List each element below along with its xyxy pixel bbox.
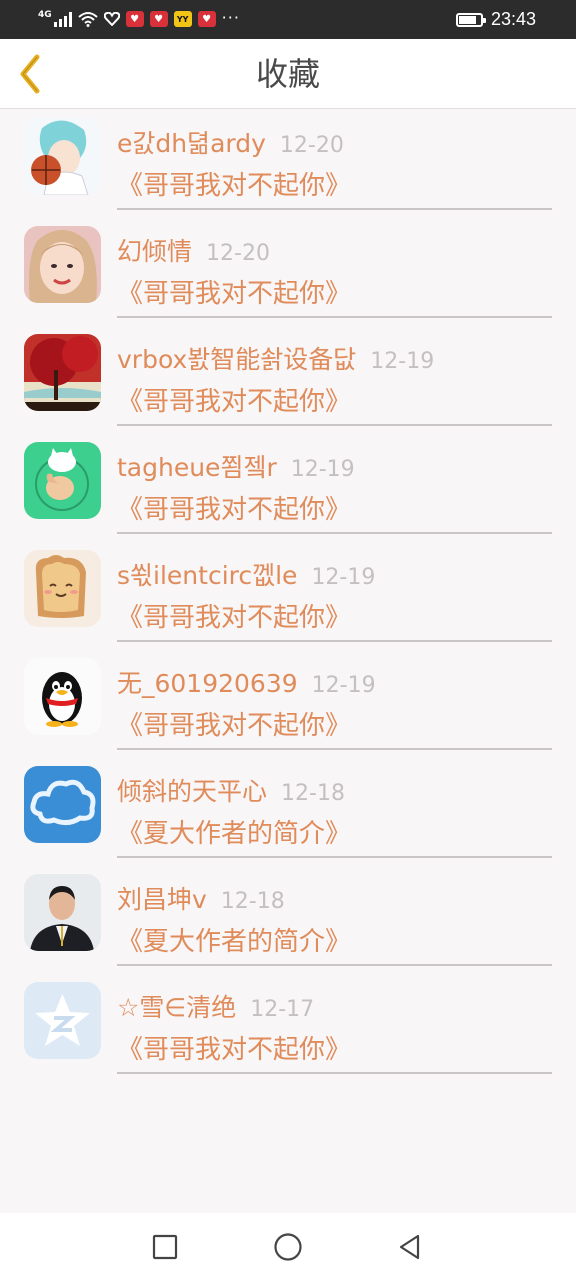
article-title: 《哥哥我对不起你》: [117, 171, 352, 201]
navigation-bar: [0, 1213, 576, 1280]
divider: [117, 748, 552, 750]
user-name: 倾斜的天平心: [117, 777, 268, 806]
divider: [117, 208, 552, 210]
divider: [117, 1072, 552, 1074]
signal-icon: [53, 11, 72, 27]
more-notifications-icon: ···: [221, 7, 240, 27]
article-title: 《哥哥我对不起你》: [117, 279, 352, 309]
list-item[interactable]: e갌dh뎖ardy 12-20 《哥哥我对不起你》: [0, 110, 576, 218]
user-name: ☆雪∈清绝: [117, 993, 237, 1022]
item-date: 12-20: [206, 241, 270, 266]
girl-photo-avatar: [24, 226, 101, 303]
qq-penguin-avatar: [24, 658, 101, 735]
item-date: 12-20: [279, 133, 344, 158]
list-item[interactable]: 无_601920639 12-19 《哥哥我对不起你》: [0, 650, 576, 758]
divider: [117, 640, 552, 642]
list-item[interactable]: vrbox봜智能솱设备닶 12-19 《哥哥我对不起你》: [0, 326, 576, 434]
header: 收藏: [0, 39, 576, 109]
list-item[interactable]: 倾斜的天平心 12-18 《夏大作者的简介》: [0, 758, 576, 866]
article-title: 《夏大作者的简介》: [117, 927, 352, 957]
app-red-icon: ♥: [125, 11, 144, 27]
red-tree-avatar: [24, 334, 101, 411]
item-date: 12-19: [311, 565, 376, 590]
item-date: 12-18: [281, 781, 345, 806]
list-item[interactable]: 幻倾情 12-20 《哥哥我对不起你》: [0, 218, 576, 326]
anime-basketball-avatar: [24, 118, 101, 195]
divider: [117, 856, 552, 858]
network-type: 4G: [38, 9, 52, 20]
divider: [117, 532, 552, 534]
cat-hand-avatar: [24, 442, 101, 519]
list-item[interactable]: s쐯ilentcirc껪le 12-19 《哥哥我对不起你》: [0, 542, 576, 650]
recents-square-icon: [152, 1234, 178, 1260]
back-nav-button[interactable]: [390, 1227, 430, 1267]
user-name: vrbox봜智能솱设备닶: [117, 345, 357, 374]
article-title: 《哥哥我对不起你》: [117, 387, 352, 417]
list-item[interactable]: 刘昌坤v 12-18 《夏大作者的简介》: [0, 866, 576, 974]
item-date: 12-19: [370, 349, 435, 374]
user-name: e갌dh뎖ardy: [117, 129, 266, 158]
list-item[interactable]: tagheue쬠젴r 12-19 《哥哥我对不起你》: [0, 434, 576, 542]
back-triangle-icon: [399, 1234, 420, 1260]
qzone-star-avatar: [24, 982, 101, 1059]
article-title: 《哥哥我对不起你》: [117, 1035, 352, 1065]
list-item[interactable]: ☆雪∈清绝 12-17 《哥哥我对不起你》: [0, 974, 576, 1082]
item-date: 12-17: [250, 997, 315, 1022]
page-title: 收藏: [255, 55, 320, 93]
user-name: 无_601920639: [117, 669, 298, 698]
item-date: 12-19: [290, 457, 355, 482]
article-title: 《哥哥我对不起你》: [117, 711, 352, 741]
heart-outline-icon: [103, 12, 120, 26]
app-red-icon: ♥: [197, 11, 216, 27]
status-icons-right: 23:43: [455, 9, 536, 30]
article-title: 《哥哥我对不起你》: [117, 603, 352, 633]
article-title: 《夏大作者的简介》: [117, 819, 352, 849]
status-icons-left: 4G ♥ ♥ YY ♥ ···: [38, 8, 240, 30]
recents-button[interactable]: [145, 1227, 185, 1267]
user-name: s쐯ilentcirc껪le: [117, 561, 298, 590]
app-red-icon: ♥: [149, 11, 168, 27]
clock: 23:43: [490, 9, 536, 29]
item-date: 12-19: [311, 673, 376, 698]
status-bar: 4G ♥ ♥ YY ♥ ··· 23:43: [0, 0, 576, 39]
user-name: tagheue쬠젴r: [117, 453, 277, 482]
item-date: 12-18: [220, 889, 285, 914]
divider: [117, 316, 552, 318]
favorites-list: e갌dh뎖ardy 12-20 《哥哥我对不起你》 幻倾情 12-20 《哥哥我…: [0, 110, 576, 1082]
man-photo-avatar: [24, 874, 101, 951]
wifi-icon: [77, 12, 98, 27]
cloud-avatar: [24, 766, 101, 843]
article-title: 《哥哥我对不起你》: [117, 495, 352, 525]
battery-icon: [455, 12, 486, 27]
toast-avatar: [24, 550, 101, 627]
divider: [117, 964, 552, 966]
home-button[interactable]: [268, 1227, 308, 1267]
app-yellow-icon: YY: [173, 11, 192, 27]
user-name: 刘昌坤v: [117, 885, 207, 914]
user-name: 幻倾情: [117, 237, 193, 266]
home-circle-icon: [274, 1233, 302, 1261]
divider: [117, 424, 552, 426]
